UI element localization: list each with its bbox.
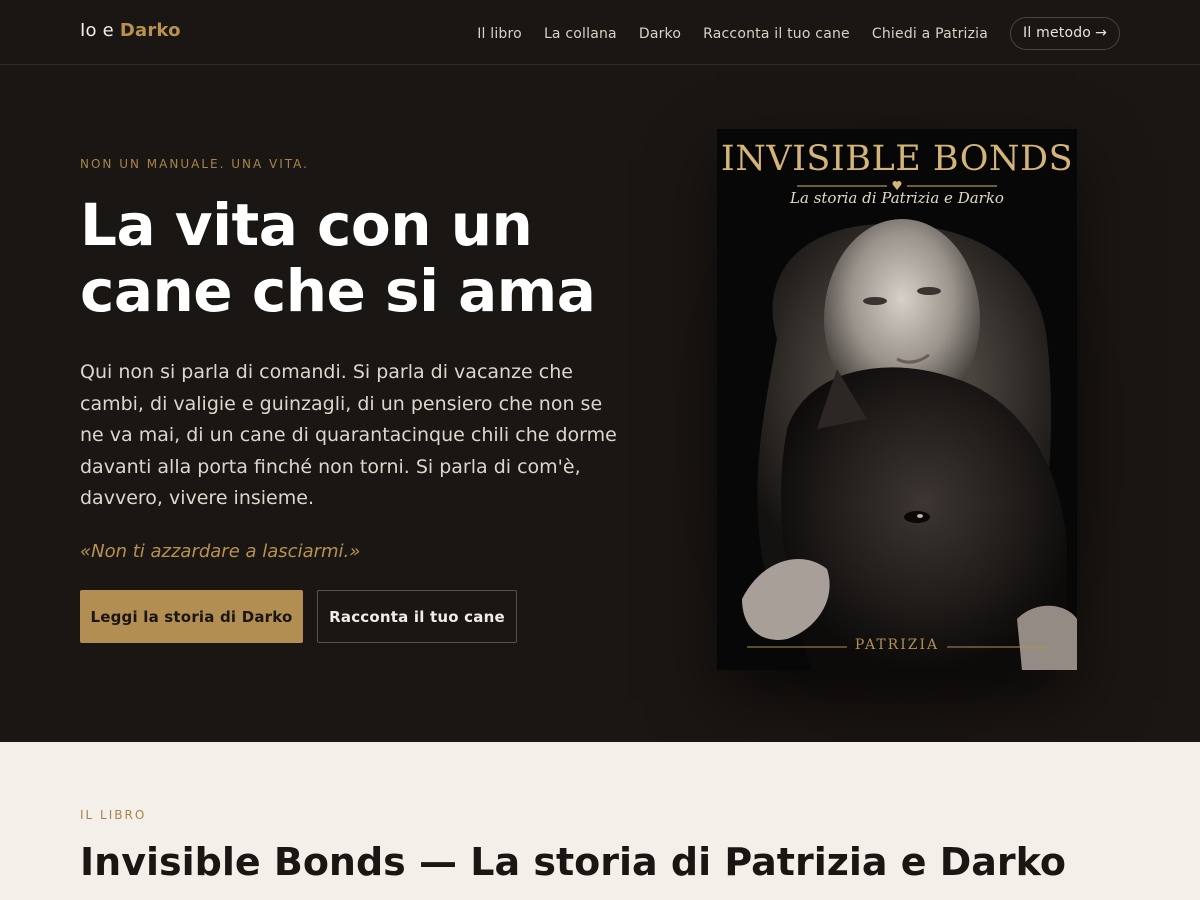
- hero-title-line2: cane che si ama: [80, 257, 596, 325]
- nav-item-il-libro[interactable]: Il libro: [477, 25, 522, 43]
- book-cover-author: PATRIZIA: [854, 637, 940, 653]
- hero-eyebrow: NON UN MANUALE. UNA VITA.: [80, 157, 309, 171]
- metodo-button[interactable]: Il metodo →: [1010, 17, 1120, 50]
- tell-your-dog-button[interactable]: Racconta il tuo cane: [317, 590, 517, 643]
- hero-section: NON UN MANUALE. UNA VITA. La vita con un…: [0, 65, 1200, 775]
- hero-title-line1: La vita con un: [80, 191, 533, 259]
- nav-item-la-collana[interactable]: La collana: [544, 25, 617, 43]
- brand-prefix: Io e: [80, 20, 120, 41]
- book-cover-title: INVISIBLE BONDS: [720, 139, 1074, 179]
- read-story-button[interactable]: Leggi la storia di Darko: [80, 590, 303, 643]
- book-cover: INVISIBLE BONDS La storia di Patrizia e …: [717, 129, 1077, 670]
- brand-logo[interactable]: Io e Darko: [80, 20, 181, 41]
- book-section-title: Invisible Bonds — La storia di Patrizia …: [80, 840, 1067, 884]
- nav-item-darko[interactable]: Darko: [639, 25, 681, 43]
- hero-description: Qui non si parla di comandi. Si parla di…: [80, 361, 617, 509]
- hero-title: La vita con un cane che si ama: [80, 192, 640, 324]
- book-section-eyebrow: IL LIBRO: [80, 808, 147, 822]
- nav-item-racconta[interactable]: Racconta il tuo cane: [703, 25, 850, 43]
- metodo-label: Il metodo: [1023, 25, 1092, 41]
- book-cover-subtitle: La storia di Patrizia e Darko: [790, 189, 1004, 207]
- arrow-right-icon: →: [1095, 25, 1107, 41]
- brand-accent: Darko: [119, 20, 181, 41]
- main-nav: Il libro La collana Darko Racconta il tu…: [455, 17, 1120, 50]
- cover-photo: [717, 129, 1077, 670]
- book-section: IL LIBRO Invisible Bonds — La storia di …: [0, 742, 1200, 900]
- hero-quote: «Non ti azzardare a lasciarmi.»: [80, 541, 361, 562]
- nav-item-chiedi[interactable]: Chiedi a Patrizia: [872, 25, 988, 43]
- site-header: Io e Darko Il libro La collana Darko Rac…: [0, 0, 1200, 65]
